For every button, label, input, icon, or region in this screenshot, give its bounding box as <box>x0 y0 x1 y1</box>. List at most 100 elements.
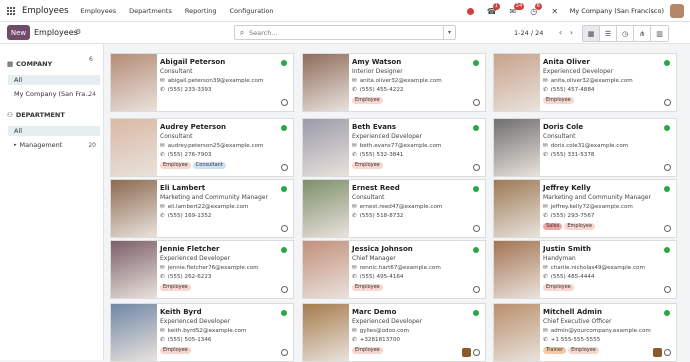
menu-departments[interactable]: Departments <box>129 7 172 15</box>
phone-icon: ✆ <box>352 87 357 93</box>
envelope-icon: ✉ <box>160 328 165 334</box>
people-icon: ⚇ <box>7 111 13 119</box>
employee-card[interactable]: Eli Lambert Marketing and Community Manag… <box>110 179 294 238</box>
list-view-icon[interactable]: ☰ <box>600 26 617 41</box>
employee-photo <box>494 54 540 111</box>
search-options-icon[interactable]: ▾ <box>443 26 455 39</box>
activity-clock-icon[interactable] <box>281 99 288 106</box>
employee-card[interactable]: Jennie Fletcher Experienced Developer ✉ jen… <box>110 240 294 299</box>
employee-card[interactable]: Mitchell Admin Chief Executive Officer ✉ ad… <box>493 303 677 362</box>
employee-card[interactable]: Jeffrey Kelly Marketing and Community Man… <box>493 179 677 238</box>
filter-department-all[interactable]: All <box>8 126 100 136</box>
settings-icon[interactable]: ✕ <box>549 5 561 17</box>
presence-status-icon <box>664 60 670 66</box>
menu-configuration[interactable]: Configuration <box>229 7 273 15</box>
activity-icon[interactable]: ◷ 6 <box>528 3 542 17</box>
activity-clock-icon[interactable] <box>473 349 480 356</box>
chat-icon[interactable]: ✉ 24 <box>507 3 525 17</box>
new-button[interactable]: New <box>7 25 30 40</box>
employee-card[interactable]: Jessica Johnson Chief Manager ✉ rennic.hart… <box>302 240 486 299</box>
envelope-icon: ✉ <box>160 204 165 210</box>
employee-tags: Employee <box>352 284 383 291</box>
activity-clock-icon[interactable] <box>281 349 288 356</box>
employee-name: Keith Byrd <box>160 308 202 316</box>
control-panel: New Employees ⚙ ⌕ ▾ 1-24 / 24 ‹ › ▦ ☰ ◷ … <box>0 22 690 44</box>
employee-job: Consultant <box>352 194 385 201</box>
status-dot-icon[interactable] <box>465 5 477 17</box>
app-name[interactable]: Employees <box>22 6 69 16</box>
employee-name: Amy Watson <box>352 58 402 66</box>
employee-card[interactable]: Keith Byrd Experienced Developer ✉ keith.by… <box>110 303 294 362</box>
employee-job: Experienced Developer <box>352 318 423 325</box>
company-count: 6 <box>89 56 93 63</box>
employee-job: Experienced Developer <box>543 68 614 75</box>
filter-company-mycompany[interactable]: My Company (San Fra... 24 <box>8 89 100 99</box>
activity-clock-icon[interactable] <box>664 164 671 171</box>
employee-tag: Employee <box>568 347 599 354</box>
pager-prev-icon[interactable]: ‹ <box>555 26 566 39</box>
employee-card[interactable]: Justin Smith Handyman ✉ charlie.nicholas49@… <box>493 240 677 299</box>
employee-tag: Employee <box>352 284 383 291</box>
employee-card[interactable]: Beth Evans Experienced Developer ✉ beth.eva… <box>302 118 486 177</box>
pager-next-icon[interactable]: › <box>566 26 577 39</box>
pager-value[interactable]: 1-24 / 24 <box>514 29 543 37</box>
presence-status-icon <box>664 125 670 131</box>
employee-tags: Employee <box>352 162 383 169</box>
activity-clock-icon[interactable] <box>664 349 671 356</box>
hierarchy-view-icon[interactable]: ⋔ <box>634 26 651 41</box>
company-switcher[interactable]: My Company (San Francisco) <box>570 7 664 15</box>
activity-clock-icon[interactable] <box>473 286 480 293</box>
phone-icon: ✆ <box>160 274 165 280</box>
phone-icon[interactable]: ☎ 1 <box>486 3 500 17</box>
activity-clock-icon[interactable] <box>664 99 671 106</box>
employee-email: ✉ audrey.peterson25@example.com <box>160 143 264 149</box>
activity-view-icon[interactable]: ◷ <box>617 26 634 41</box>
employee-phone: ✆ (555) 169-1352 <box>160 213 212 219</box>
phone-icon: ✆ <box>543 213 548 219</box>
activity-clock-icon[interactable] <box>281 164 288 171</box>
graph-view-icon[interactable]: ▥ <box>651 26 668 41</box>
employee-phone: ✆ (555) 505-1346 <box>160 337 212 343</box>
employee-tags: Employee <box>160 284 191 291</box>
activity-clock-icon[interactable] <box>281 225 288 232</box>
app-switcher-icon[interactable] <box>0 6 22 15</box>
filter-department-management[interactable]: ▸ Management 20 <box>8 140 100 150</box>
employee-card[interactable]: Audrey Peterson Consultant ✉ audrey.peterso… <box>110 118 294 177</box>
phone-icon: ✆ <box>160 152 165 158</box>
activity-clock-icon[interactable] <box>664 286 671 293</box>
presence-status-icon <box>473 125 479 131</box>
activity-clock-icon[interactable] <box>281 286 288 293</box>
employee-card[interactable]: Abigail Peterson Consultant ✉ abigail.peter… <box>110 53 294 112</box>
activity-clock-icon[interactable] <box>473 99 480 106</box>
menu-employees[interactable]: Employees <box>81 7 117 15</box>
activity-clock-icon[interactable] <box>664 225 671 232</box>
employee-card[interactable]: Anita Oliver Experienced Developer ✉ anita.… <box>493 53 677 112</box>
search-input[interactable] <box>249 28 443 37</box>
presence-status-icon <box>281 186 287 192</box>
employee-tag: Employee <box>564 223 596 230</box>
employee-job: Consultant <box>160 68 193 75</box>
employee-card[interactable]: Amy Watson Interior Designer ✉ anita.oliver… <box>302 53 486 112</box>
kanban-view-icon[interactable]: ▦ <box>583 26 600 41</box>
employee-tag: Employee <box>543 284 574 291</box>
employee-card[interactable]: Ernest Reed Consultant ✉ ernest.reed47@exam… <box>302 179 486 238</box>
user-avatar[interactable] <box>670 4 684 18</box>
menu-reporting[interactable]: Reporting <box>185 7 217 15</box>
employee-phone: ✆ +3281813700 <box>352 337 400 343</box>
employee-tag: Employee <box>160 347 191 354</box>
employee-tags: Employee <box>352 347 383 354</box>
manager-avatar[interactable] <box>462 348 471 357</box>
employee-card[interactable]: Marc Demo Experienced Developer ✉ gylies@od… <box>302 303 486 362</box>
employee-tag: Employee <box>160 162 191 169</box>
employee-job: Marketing and Community Manager <box>543 194 651 201</box>
activity-clock-icon[interactable] <box>473 225 480 232</box>
activity-clock-icon[interactable] <box>473 164 480 171</box>
gear-icon[interactable]: ⚙ <box>75 28 81 36</box>
employee-email: ✉ jennie.fletcher76@example.com <box>160 265 259 271</box>
employee-email: ✉ keith.byrd52@example.com <box>160 328 247 334</box>
presence-status-icon <box>281 125 287 131</box>
filter-company-all[interactable]: All <box>8 75 100 85</box>
employee-card[interactable]: Doris Cole Consultant ✉ doris.cole31@exampl… <box>493 118 677 177</box>
manager-avatar[interactable] <box>653 348 662 357</box>
main-menu: Employees Departments Reporting Configur… <box>81 7 287 15</box>
